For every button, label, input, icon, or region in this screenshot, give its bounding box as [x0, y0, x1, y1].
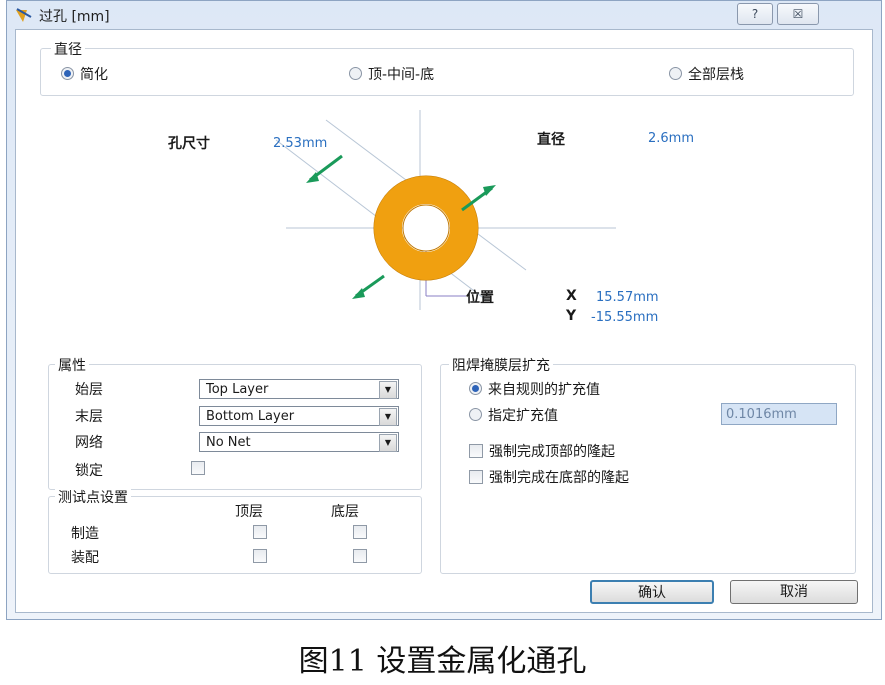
chevron-down-icon: ▼: [379, 408, 397, 426]
end-layer-select[interactable]: Bottom Layer ▼: [199, 406, 399, 426]
net-select[interactable]: No Net ▼: [199, 432, 399, 452]
radio-full-stack[interactable]: 全部层栈: [669, 64, 744, 84]
radio-selected-icon: [469, 382, 482, 395]
x-label: X: [566, 288, 577, 304]
assy-top-checkbox[interactable]: [253, 549, 267, 563]
start-layer-select[interactable]: Top Layer ▼: [199, 379, 399, 399]
properties-title: 属性: [55, 355, 89, 375]
radio-specified-expansion[interactable]: 指定扩充值: [469, 405, 558, 425]
radio-rule-expansion[interactable]: 来自规则的扩充值: [469, 379, 600, 399]
assembly-label: 装配: [71, 550, 99, 566]
via-hole: [402, 204, 450, 252]
testpoint-title: 测试点设置: [55, 487, 131, 507]
assy-bottom-checkbox[interactable]: [353, 549, 367, 563]
via-dialog: 过孔 [mm] ? ☒ 直径 简化 顶-中间-底 全部层栈 孔尺寸 2.53mm…: [6, 0, 882, 620]
figure-caption: 图11 设置金属化通孔: [298, 644, 587, 679]
fabrication-label: 制造: [71, 526, 99, 542]
force-top-checkbox[interactable]: [469, 444, 483, 458]
solder-mask-group: 阻焊掩膜层扩充 来自规则的扩充值 指定扩充值 0.1016mm 强制完成顶部的隆…: [440, 355, 856, 574]
diameter-label: 直径: [537, 132, 565, 148]
radio-icon: [349, 67, 362, 80]
x-value: 15.57mm: [596, 290, 659, 305]
diameter-group-title: 直径: [51, 39, 85, 59]
net-label: 网络: [75, 435, 103, 451]
lock-label: 锁定: [75, 463, 103, 479]
y-label: Y: [566, 308, 577, 324]
via-tool-icon: [16, 8, 32, 22]
expansion-value-input[interactable]: 0.1016mm: [721, 403, 837, 425]
title-bar: 过孔 [mm] ? ☒: [7, 1, 881, 29]
help-button[interactable]: ?: [737, 3, 773, 25]
fab-bottom-checkbox[interactable]: [353, 525, 367, 539]
radio-icon: [669, 67, 682, 80]
chevron-down-icon: ▼: [379, 434, 397, 452]
diameter-value: 2.6mm: [648, 131, 695, 146]
solder-mask-title: 阻焊掩膜层扩充: [449, 355, 553, 375]
window-title: 过孔 [mm]: [39, 9, 110, 25]
force-top-tenting-option[interactable]: 强制完成顶部的隆起: [469, 441, 615, 461]
radio-selected-icon: [61, 67, 74, 80]
col-top-label: 顶层: [235, 504, 263, 520]
radio-simple[interactable]: 简化: [61, 64, 108, 84]
diameter-group: 直径 简化 顶-中间-底 全部层栈: [40, 39, 854, 96]
chevron-down-icon: ▼: [379, 381, 397, 399]
end-layer-label: 末层: [75, 409, 103, 425]
close-button[interactable]: ☒: [777, 3, 819, 25]
hole-size-value: 2.53mm: [273, 136, 328, 151]
radio-top-middle-bottom[interactable]: 顶-中间-底: [349, 64, 434, 84]
cancel-button[interactable]: 取消: [730, 580, 858, 604]
hole-size-label: 孔尺寸: [168, 136, 210, 152]
ok-button[interactable]: 确认: [590, 580, 714, 604]
radio-icon: [469, 408, 482, 421]
properties-group: 属性 始层 Top Layer ▼ 末层 Bottom Layer ▼ 网络 N…: [48, 355, 422, 490]
location-label: 位置: [466, 290, 494, 306]
dialog-body: 直径 简化 顶-中间-底 全部层栈 孔尺寸 2.53mm 直径 2.6mm 位置…: [15, 29, 873, 613]
fab-top-checkbox[interactable]: [253, 525, 267, 539]
testpoint-group: 测试点设置 顶层 底层 制造 装配: [48, 487, 422, 574]
close-icon: ☒: [792, 7, 804, 21]
col-bottom-label: 底层: [331, 504, 359, 520]
via-preview: [275, 110, 616, 310]
force-bottom-tenting-option[interactable]: 强制完成在底部的隆起: [469, 467, 629, 487]
start-layer-label: 始层: [75, 382, 103, 398]
force-bottom-checkbox[interactable]: [469, 470, 483, 484]
y-value: -15.55mm: [591, 310, 659, 325]
lock-checkbox[interactable]: [191, 461, 205, 475]
help-icon: ?: [751, 7, 759, 21]
